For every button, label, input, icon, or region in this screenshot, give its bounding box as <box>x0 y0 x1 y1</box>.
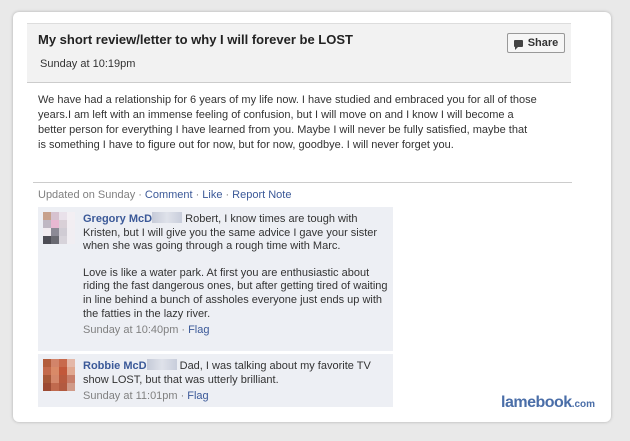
avatar-pixel <box>59 375 67 383</box>
share-button[interactable]: Share <box>507 33 565 53</box>
avatar-pixel <box>67 359 75 367</box>
note-title: My short review/letter to why I will for… <box>38 32 353 47</box>
note-body: We have had a relationship for 6 years o… <box>38 94 537 151</box>
share-icon <box>513 39 523 50</box>
avatar-pixel <box>51 359 59 367</box>
separator: · <box>180 390 185 403</box>
note-date: Sunday at 10:19pm <box>40 58 136 70</box>
avatar-pixel <box>51 212 59 220</box>
share-label: Share <box>527 37 559 49</box>
comment-link[interactable]: Comment <box>145 189 193 201</box>
avatar-pixel <box>51 220 59 228</box>
avatar-pixel <box>59 220 67 228</box>
avatar-pixel <box>67 220 75 228</box>
separator: · <box>138 189 142 201</box>
avatar-pixel <box>67 228 75 236</box>
avatar[interactable] <box>43 359 75 391</box>
avatar-pixel <box>59 212 67 220</box>
comment-text: Robbie McD Dad, I was talking about my f… <box>83 359 388 404</box>
avatar[interactable] <box>43 212 75 244</box>
note-header: My short review/letter to why I will for… <box>27 23 571 83</box>
blurred-name <box>152 212 183 223</box>
avatar-pixel <box>59 228 67 236</box>
report-note-link[interactable]: Report Note <box>232 189 291 201</box>
avatar-pixel <box>51 383 59 391</box>
comment-time: Sunday at 10:40pm <box>83 324 179 337</box>
avatar-pixel <box>43 220 51 228</box>
avatar-pixel <box>43 236 51 244</box>
avatar-pixel <box>43 383 51 391</box>
avatar-pixel <box>59 367 67 375</box>
logo-suffix: .com <box>571 399 596 410</box>
like-link[interactable]: Like <box>202 189 222 201</box>
comment-item: Gregory McD Robert, I know times are tou… <box>38 207 393 351</box>
comment-text: Gregory McD Robert, I know times are tou… <box>83 212 388 338</box>
avatar-pixel <box>43 212 51 220</box>
note-meta: Updated on Sunday · Comment · Like · Report No… <box>38 189 291 201</box>
avatar-pixel <box>59 359 67 367</box>
separator: · <box>225 189 230 201</box>
comment-item: Robbie McD Dad, I was talking about my f… <box>38 354 393 407</box>
avatar-pixel <box>51 228 59 236</box>
avatar-pixel <box>43 359 51 367</box>
avatar-pixel <box>67 383 75 391</box>
avatar-pixel <box>51 375 59 383</box>
flag-link[interactable]: Flag <box>188 324 209 336</box>
comment-meta: Sunday at 10:40pm · Flag <box>83 324 388 338</box>
logo-text: lamebook <box>501 394 572 411</box>
avatar-pixel <box>67 236 75 244</box>
comment-author-link[interactable]: Gregory McD <box>83 213 152 225</box>
flag-link[interactable]: Flag <box>187 390 208 402</box>
avatar-pixel <box>43 367 51 375</box>
lamebook-logo[interactable]: lamebook.com <box>501 394 595 412</box>
avatar-pixel <box>43 228 51 236</box>
avatar-pixel <box>51 236 59 244</box>
avatar-pixel <box>51 367 59 375</box>
blurred-name <box>146 359 177 370</box>
separator: · <box>181 324 186 337</box>
avatar-pixel <box>67 367 75 375</box>
divider <box>33 182 572 183</box>
avatar-pixel <box>43 375 51 383</box>
updated-text: Updated on Sunday <box>38 189 136 201</box>
comment-author-link[interactable]: Robbie McD <box>83 360 147 372</box>
comment-body-paragraph: Love is like a water park. At first you … <box>83 266 388 320</box>
avatar-pixel <box>67 375 75 383</box>
avatar-pixel <box>67 212 75 220</box>
avatar-pixel <box>59 236 67 244</box>
comment-meta: Sunday at 11:01pm · Flag <box>83 390 388 404</box>
avatar-pixel <box>59 383 67 391</box>
separator: · <box>195 189 200 201</box>
comment-time: Sunday at 11:01pm <box>83 390 178 403</box>
